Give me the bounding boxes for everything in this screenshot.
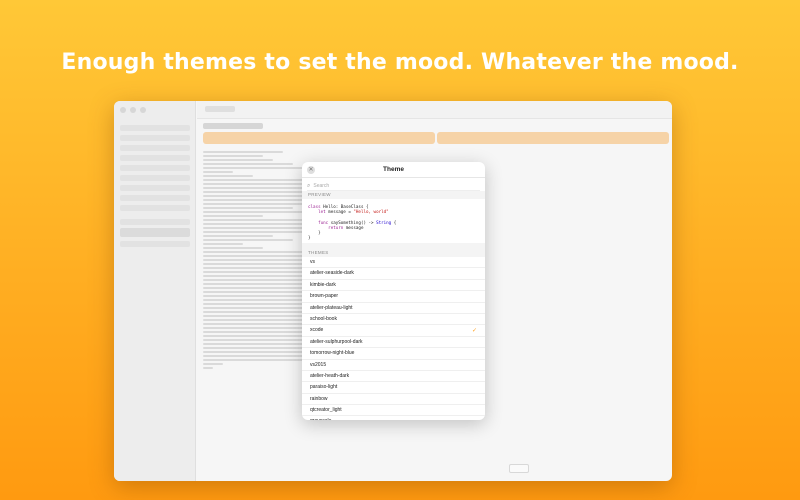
- theme-name: vs2015: [310, 361, 327, 368]
- theme-list: vs atelier-seaside-dark kimbie-dark brown-p…: [302, 257, 485, 420]
- theme-list-item[interactable]: grayscale: [302, 416, 485, 420]
- theme-list-item[interactable]: atelier-seaside-dark: [302, 268, 485, 280]
- modal-header: ✕ Theme: [302, 162, 485, 178]
- theme-name: vs: [310, 259, 315, 265]
- theme-list-item[interactable]: vs2015: [302, 360, 485, 371]
- checkmark-icon: ✓: [471, 327, 477, 335]
- theme-modal: ✕ Theme ⌕ PREVIEW class Hello: BaseClass…: [302, 162, 485, 420]
- theme-list-item[interactable]: school-book: [302, 314, 485, 326]
- theme-name: brown-paper: [310, 293, 339, 300]
- theme-name: rainbow: [310, 395, 328, 402]
- theme-list-item[interactable]: xcode ✓: [302, 325, 485, 337]
- theme-list-item[interactable]: rainbow: [302, 394, 485, 406]
- theme-name: tomorrow-night-blue: [310, 350, 355, 357]
- theme-name: paraiso-light: [310, 384, 338, 391]
- code-token: {: [391, 219, 397, 225]
- code-token: message =: [325, 209, 354, 215]
- theme-list-item[interactable]: brown-paper: [302, 291, 485, 303]
- search-bar: ⌕: [307, 181, 480, 191]
- preview-header: PREVIEW: [302, 191, 485, 199]
- theme-list-item[interactable]: tomorrow-night-blue: [302, 348, 485, 360]
- theme-list-item[interactable]: atelier-sulphurpool-dark: [302, 337, 485, 349]
- theme-list-item[interactable]: qtcreator_light: [302, 405, 485, 417]
- code-token: let: [308, 209, 326, 215]
- theme-name: grayscale: [310, 418, 331, 420]
- theme-name: atelier-plateau-light: [310, 304, 353, 311]
- theme-name: atelier-seaside-dark: [310, 270, 354, 277]
- themes-header: THEMES: [302, 249, 485, 257]
- theme-list-item[interactable]: kimbie-dark: [302, 280, 485, 292]
- modal-title: Theme: [383, 166, 404, 173]
- theme-list-item[interactable]: vs: [302, 257, 485, 269]
- theme-name: kimbie-dark: [310, 281, 336, 288]
- theme-name: atelier-sulphurpool-dark: [310, 338, 363, 345]
- search-icon: ⌕: [307, 181, 311, 189]
- theme-list-item[interactable]: atelier-heath-dark: [302, 371, 485, 383]
- code-token: }: [308, 235, 311, 241]
- code-token: "Hello, world": [353, 209, 389, 215]
- theme-list-item[interactable]: paraiso-light: [302, 382, 485, 394]
- search-input[interactable]: [313, 182, 464, 189]
- theme-name: qtcreator_light: [310, 407, 342, 414]
- code-token: message: [343, 224, 364, 230]
- theme-name: atelier-heath-dark: [310, 372, 350, 379]
- code-preview: class Hello: BaseClass { let message = "…: [302, 199, 485, 243]
- code-token: String: [376, 219, 392, 225]
- headline: Enough themes to set the mood. Whatever …: [61, 50, 739, 75]
- theme-name: xcode: [310, 327, 324, 334]
- theme-list-item[interactable]: atelier-plateau-light: [302, 303, 485, 314]
- theme-name: school-book: [310, 315, 337, 322]
